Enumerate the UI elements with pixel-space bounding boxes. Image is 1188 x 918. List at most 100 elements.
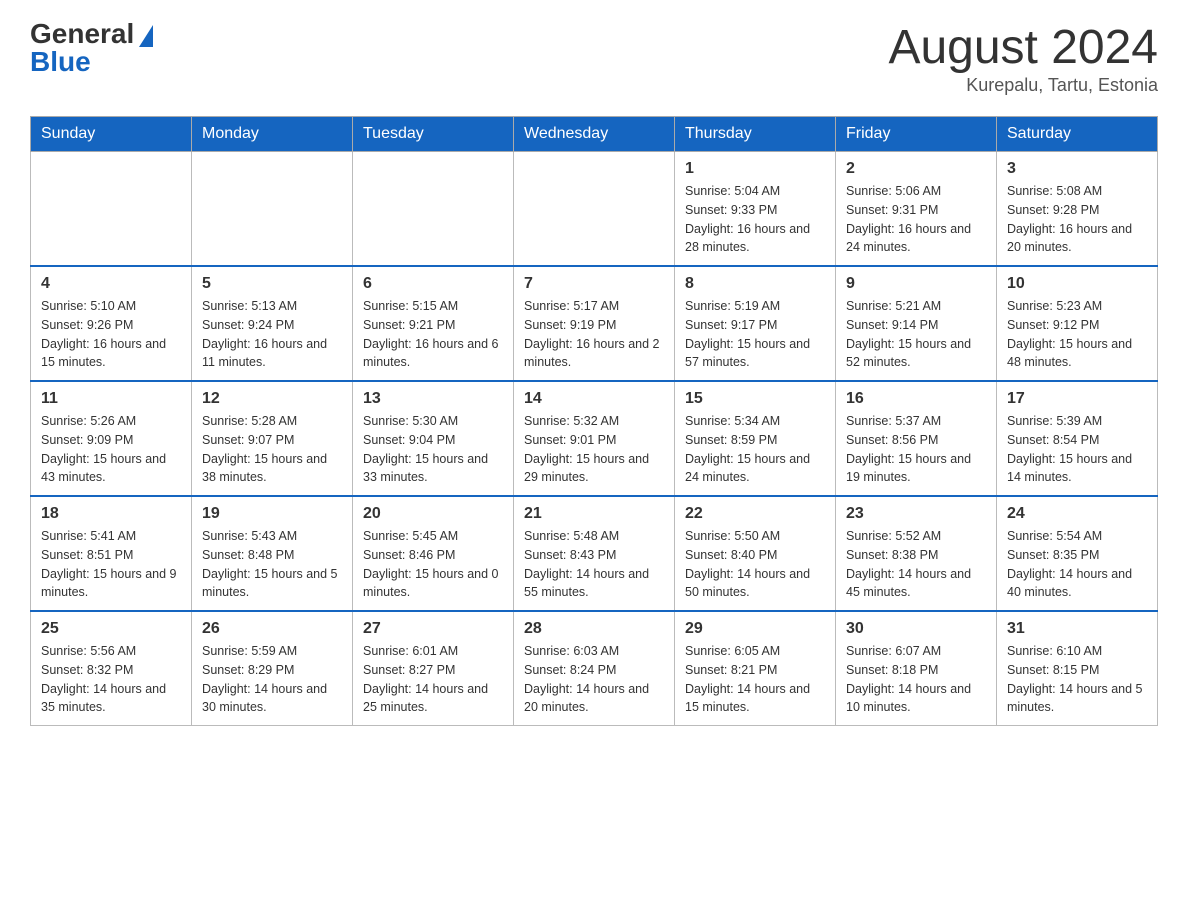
day-info: Sunrise: 5:43 AMSunset: 8:48 PMDaylight:…: [202, 527, 342, 602]
day-number: 17: [1007, 390, 1147, 408]
day-info: Sunrise: 5:15 AMSunset: 9:21 PMDaylight:…: [363, 297, 503, 372]
calendar-cell: 10 Sunrise: 5:23 AMSunset: 9:12 PMDayligh…: [997, 266, 1158, 381]
calendar-cell: 18Sunrise: 5:41 AMSunset: 8:51 PMDayligh…: [31, 496, 192, 611]
calendar-cell: 5 Sunrise: 5:13 AMSunset: 9:24 PMDaylight…: [192, 266, 353, 381]
day-info: Sunrise: 5:26 AMSunset: 9:09 PMDaylight:…: [41, 412, 181, 487]
day-number: 6: [363, 275, 503, 293]
day-number: 15: [685, 390, 825, 408]
day-info: Sunrise: 6:05 AMSunset: 8:21 PMDaylight:…: [685, 642, 825, 717]
day-of-week-header: Friday: [836, 117, 997, 152]
day-number: 9: [846, 275, 986, 293]
day-info: Sunrise: 5:56 AMSunset: 8:32 PMDaylight:…: [41, 642, 181, 717]
calendar-header-row: SundayMondayTuesdayWednesdayThursdayFrid…: [31, 117, 1158, 152]
day-info: Sunrise: 5:28 AMSunset: 9:07 PMDaylight:…: [202, 412, 342, 487]
calendar-cell: [31, 152, 192, 267]
day-number: 16: [846, 390, 986, 408]
day-number: 19: [202, 505, 342, 523]
calendar-cell: [514, 152, 675, 267]
calendar-cell: 4Sunrise: 5:10 AMSunset: 9:26 PMDaylight…: [31, 266, 192, 381]
calendar-cell: 29 Sunrise: 6:05 AMSunset: 8:21 PMDayligh…: [675, 611, 836, 726]
calendar-cell: 6 Sunrise: 5:15 AMSunset: 9:21 PMDaylight…: [353, 266, 514, 381]
day-number: 10: [1007, 275, 1147, 293]
day-info: Sunrise: 5:50 AMSunset: 8:40 PMDaylight:…: [685, 527, 825, 602]
day-number: 5: [202, 275, 342, 293]
day-number: 7: [524, 275, 664, 293]
page-header: General Blue August 2024 Kurepalu, Tartu…: [30, 20, 1158, 96]
calendar-cell: 26Sunrise: 5:59 AMSunset: 8:29 PMDayligh…: [192, 611, 353, 726]
day-info: Sunrise: 6:07 AMSunset: 8:18 PMDaylight:…: [846, 642, 986, 717]
day-number: 23: [846, 505, 986, 523]
day-number: 20: [363, 505, 503, 523]
calendar-week-row: 18Sunrise: 5:41 AMSunset: 8:51 PMDayligh…: [31, 496, 1158, 611]
calendar-table: SundayMondayTuesdayWednesdayThursdayFrid…: [30, 116, 1158, 726]
day-number: 1: [685, 160, 825, 178]
calendar-cell: 24Sunrise: 5:54 AMSunset: 8:35 PMDayligh…: [997, 496, 1158, 611]
day-info: Sunrise: 5:30 AMSunset: 9:04 PMDaylight:…: [363, 412, 503, 487]
day-of-week-header: Saturday: [997, 117, 1158, 152]
logo-general-text: General: [30, 20, 153, 48]
day-info: Sunrise: 6:01 AMSunset: 8:27 PMDaylight:…: [363, 642, 503, 717]
calendar-cell: [192, 152, 353, 267]
day-info: Sunrise: 5:08 AMSunset: 9:28 PMDaylight:…: [1007, 182, 1147, 257]
calendar-cell: 13 Sunrise: 5:30 AMSunset: 9:04 PMDayligh…: [353, 381, 514, 496]
day-of-week-header: Tuesday: [353, 117, 514, 152]
calendar-week-row: 25Sunrise: 5:56 AMSunset: 8:32 PMDayligh…: [31, 611, 1158, 726]
calendar-cell: 25Sunrise: 5:56 AMSunset: 8:32 PMDayligh…: [31, 611, 192, 726]
calendar-cell: 22Sunrise: 5:50 AMSunset: 8:40 PMDayligh…: [675, 496, 836, 611]
calendar-cell: 21 Sunrise: 5:48 AMSunset: 8:43 PMDayligh…: [514, 496, 675, 611]
calendar-cell: 11 Sunrise: 5:26 AMSunset: 9:09 PMDayligh…: [31, 381, 192, 496]
calendar-cell: 7Sunrise: 5:17 AMSunset: 9:19 PMDaylight…: [514, 266, 675, 381]
day-of-week-header: Wednesday: [514, 117, 675, 152]
day-of-week-header: Monday: [192, 117, 353, 152]
month-title: August 2024: [888, 20, 1158, 75]
day-info: Sunrise: 5:04 AMSunset: 9:33 PMDaylight:…: [685, 182, 825, 257]
day-number: 4: [41, 275, 181, 293]
logo-blue-text: Blue: [30, 48, 91, 76]
day-number: 14: [524, 390, 664, 408]
day-of-week-header: Thursday: [675, 117, 836, 152]
calendar-cell: 8Sunrise: 5:19 AMSunset: 9:17 PMDaylight…: [675, 266, 836, 381]
day-number: 31: [1007, 620, 1147, 638]
calendar-cell: 31 Sunrise: 6:10 AMSunset: 8:15 PMDayligh…: [997, 611, 1158, 726]
day-number: 29: [685, 620, 825, 638]
day-number: 2: [846, 160, 986, 178]
day-info: Sunrise: 5:23 AMSunset: 9:12 PMDaylight:…: [1007, 297, 1147, 372]
day-of-week-header: Sunday: [31, 117, 192, 152]
day-info: Sunrise: 6:03 AMSunset: 8:24 PMDaylight:…: [524, 642, 664, 717]
calendar-cell: 16 Sunrise: 5:37 AMSunset: 8:56 PMDayligh…: [836, 381, 997, 496]
day-info: Sunrise: 5:37 AMSunset: 8:56 PMDaylight:…: [846, 412, 986, 487]
location-text: Kurepalu, Tartu, Estonia: [888, 75, 1158, 96]
day-number: 26: [202, 620, 342, 638]
day-number: 28: [524, 620, 664, 638]
day-info: Sunrise: 5:45 AMSunset: 8:46 PMDaylight:…: [363, 527, 503, 602]
day-number: 13: [363, 390, 503, 408]
calendar-cell: 1 Sunrise: 5:04 AMSunset: 9:33 PMDaylight…: [675, 152, 836, 267]
calendar-cell: 27 Sunrise: 6:01 AMSunset: 8:27 PMDayligh…: [353, 611, 514, 726]
calendar-cell: 9 Sunrise: 5:21 AMSunset: 9:14 PMDaylight…: [836, 266, 997, 381]
calendar-cell: 12Sunrise: 5:28 AMSunset: 9:07 PMDayligh…: [192, 381, 353, 496]
day-number: 21: [524, 505, 664, 523]
calendar-cell: 23 Sunrise: 5:52 AMSunset: 8:38 PMDayligh…: [836, 496, 997, 611]
day-number: 8: [685, 275, 825, 293]
calendar-cell: 20 Sunrise: 5:45 AMSunset: 8:46 PMDayligh…: [353, 496, 514, 611]
day-info: Sunrise: 5:32 AMSunset: 9:01 PMDaylight:…: [524, 412, 664, 487]
calendar-cell: 30Sunrise: 6:07 AMSunset: 8:18 PMDayligh…: [836, 611, 997, 726]
calendar-cell: 3 Sunrise: 5:08 AMSunset: 9:28 PMDaylight…: [997, 152, 1158, 267]
calendar-cell: 17 Sunrise: 5:39 AMSunset: 8:54 PMDayligh…: [997, 381, 1158, 496]
day-info: Sunrise: 5:41 AMSunset: 8:51 PMDaylight:…: [41, 527, 181, 602]
calendar-cell: 2Sunrise: 5:06 AMSunset: 9:31 PMDaylight…: [836, 152, 997, 267]
day-info: Sunrise: 5:52 AMSunset: 8:38 PMDaylight:…: [846, 527, 986, 602]
day-info: Sunrise: 5:21 AMSunset: 9:14 PMDaylight:…: [846, 297, 986, 372]
day-info: Sunrise: 5:39 AMSunset: 8:54 PMDaylight:…: [1007, 412, 1147, 487]
day-info: Sunrise: 5:48 AMSunset: 8:43 PMDaylight:…: [524, 527, 664, 602]
logo: General Blue: [30, 20, 153, 76]
calendar-cell: 19 Sunrise: 5:43 AMSunset: 8:48 PMDayligh…: [192, 496, 353, 611]
day-info: Sunrise: 5:54 AMSunset: 8:35 PMDaylight:…: [1007, 527, 1147, 602]
calendar-week-row: 11 Sunrise: 5:26 AMSunset: 9:09 PMDayligh…: [31, 381, 1158, 496]
calendar-cell: 14 Sunrise: 5:32 AMSunset: 9:01 PMDayligh…: [514, 381, 675, 496]
day-number: 11: [41, 390, 181, 408]
day-number: 3: [1007, 160, 1147, 178]
day-info: Sunrise: 6:10 AMSunset: 8:15 PMDaylight:…: [1007, 642, 1147, 717]
day-info: Sunrise: 5:13 AMSunset: 9:24 PMDaylight:…: [202, 297, 342, 372]
day-number: 27: [363, 620, 503, 638]
